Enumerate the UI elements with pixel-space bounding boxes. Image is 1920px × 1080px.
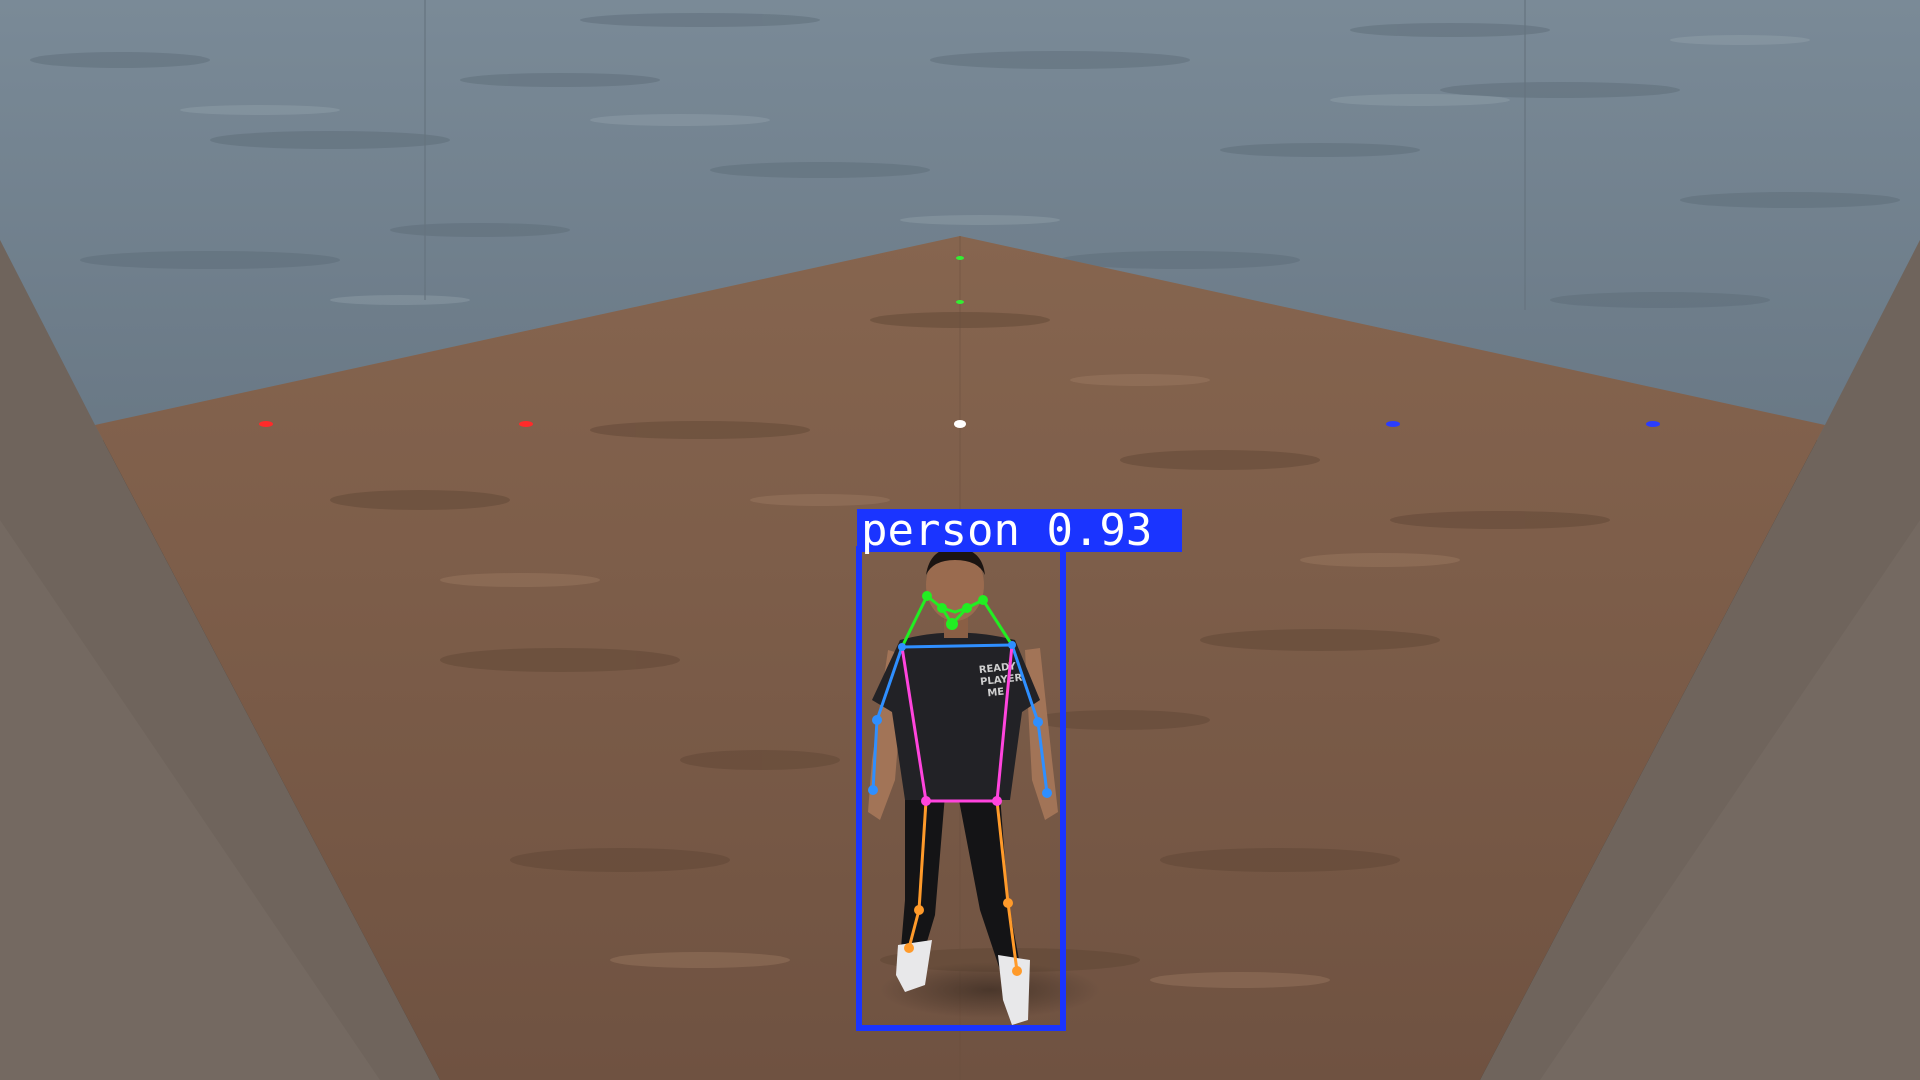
pose-detection-frame: READY PLAYER ME person 0.93 (0, 0, 1920, 1080)
keypoint-right-knee (1003, 898, 1013, 908)
blue-marker (1646, 421, 1660, 427)
keypoint-left-shoulder (898, 643, 906, 651)
keypoint-right-hip (992, 796, 1002, 806)
detection-label-gap (1020, 509, 1047, 553)
keypoint-right-eye (962, 603, 972, 613)
red-marker (519, 421, 533, 427)
keypoint-right-ankle (1012, 966, 1022, 976)
shoulder-link (900, 643, 1014, 649)
red-marker (259, 421, 273, 427)
keypoint-left-eye (937, 603, 947, 613)
detection-confidence: 0.93 (1046, 505, 1153, 556)
green-marker (956, 300, 964, 304)
keypoint-left-hip (921, 796, 931, 806)
white-marker (954, 420, 966, 428)
shirt-print-line: ME (987, 687, 1005, 700)
keypoint-right-shoulder (1008, 641, 1016, 649)
detection-class: person (861, 505, 1020, 556)
detection-label: person 0.93 (857, 509, 1158, 553)
blue-marker (1386, 421, 1400, 427)
keypoint-left-ankle (904, 943, 914, 953)
keypoint-left-knee (914, 905, 924, 915)
keypoint-right-wrist (1042, 788, 1052, 798)
keypoint-right-ear (978, 595, 988, 605)
green-marker (956, 256, 964, 260)
keypoint-right-elbow (1033, 717, 1043, 727)
keypoint-nose (946, 618, 958, 630)
keypoint-left-elbow (872, 715, 882, 725)
keypoint-left-wrist (868, 785, 878, 795)
keypoint-left-ear (922, 591, 932, 601)
